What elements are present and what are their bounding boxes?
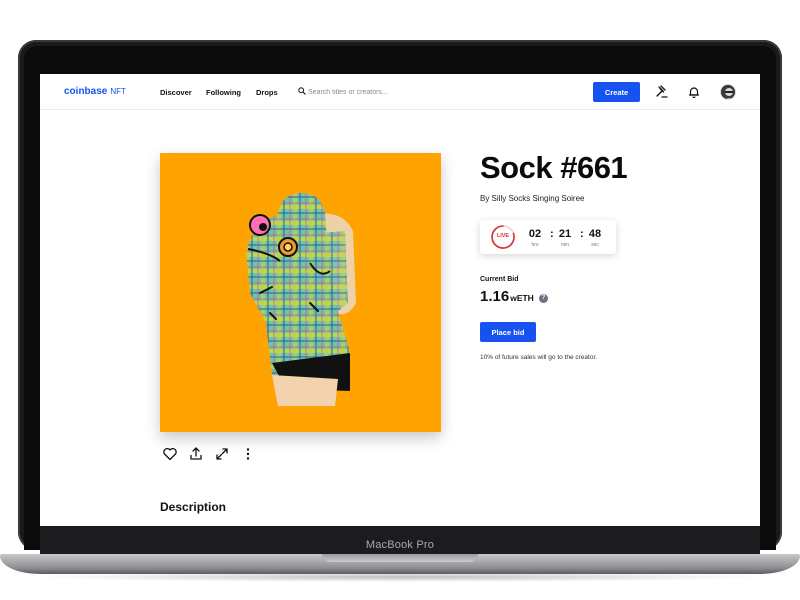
heart-icon[interactable]: [162, 446, 178, 462]
create-button[interactable]: Create: [593, 82, 640, 102]
share-icon[interactable]: [188, 446, 204, 462]
timer-minutes-unit: min: [560, 242, 570, 248]
timer-seconds: 48: [588, 228, 602, 240]
search-box: [296, 85, 496, 99]
sock-illustration: [246, 193, 356, 406]
laptop-chin: MacBook Pro: [40, 526, 760, 554]
search-icon: [298, 87, 306, 95]
nft-creator[interactable]: By Silly Socks Singing Soiree: [480, 194, 585, 203]
timer-hours-unit: hrs: [531, 242, 539, 248]
nav-link-discover[interactable]: Discover: [160, 88, 192, 97]
top-nav: coinbaseNFT Discover Following Drops Cre…: [40, 74, 760, 110]
avatar[interactable]: [720, 84, 736, 100]
more-icon[interactable]: [240, 446, 256, 462]
timer-minutes: 21: [558, 228, 572, 240]
royalty-note: 10% of future sales will go to the creat…: [480, 354, 598, 361]
brand-name: coinbase: [64, 86, 108, 97]
current-bid-label: Current Bid: [480, 276, 519, 283]
live-badge: LIVE: [496, 233, 510, 239]
brand-sub: NFT: [110, 87, 126, 96]
current-bid-currency: wETH: [510, 293, 534, 303]
search-input[interactable]: [308, 85, 488, 99]
description-heading: Description: [160, 500, 227, 514]
expand-icon[interactable]: [214, 446, 230, 462]
avatar-image: [721, 85, 735, 99]
device-label: MacBook Pro: [365, 539, 435, 551]
timer-seconds-unit: sec: [591, 242, 599, 248]
current-bid-value: 1.16wETH: [480, 288, 534, 305]
nft-title: Sock #661: [480, 150, 628, 185]
help-icon[interactable]: ?: [539, 294, 548, 303]
nav-link-drops[interactable]: Drops: [256, 88, 278, 97]
browser-screen: coinbaseNFT Discover Following Drops Cre…: [40, 74, 760, 526]
timer-hours: 02: [528, 228, 542, 240]
laptop-notch: [322, 554, 478, 562]
place-bid-button[interactable]: Place bid: [480, 322, 536, 342]
nav-link-following[interactable]: Following: [206, 88, 241, 97]
current-bid-amount: 1.16: [480, 288, 510, 305]
bell-icon[interactable]: [687, 85, 701, 99]
brand-logo[interactable]: coinbase NFT: [64, 86, 126, 97]
auction-timer: LIVE 02 hrs : 21 min : 48 sec: [480, 220, 616, 254]
bid-hammer-icon[interactable]: [655, 85, 669, 99]
nft-artwork[interactable]: [160, 153, 441, 432]
